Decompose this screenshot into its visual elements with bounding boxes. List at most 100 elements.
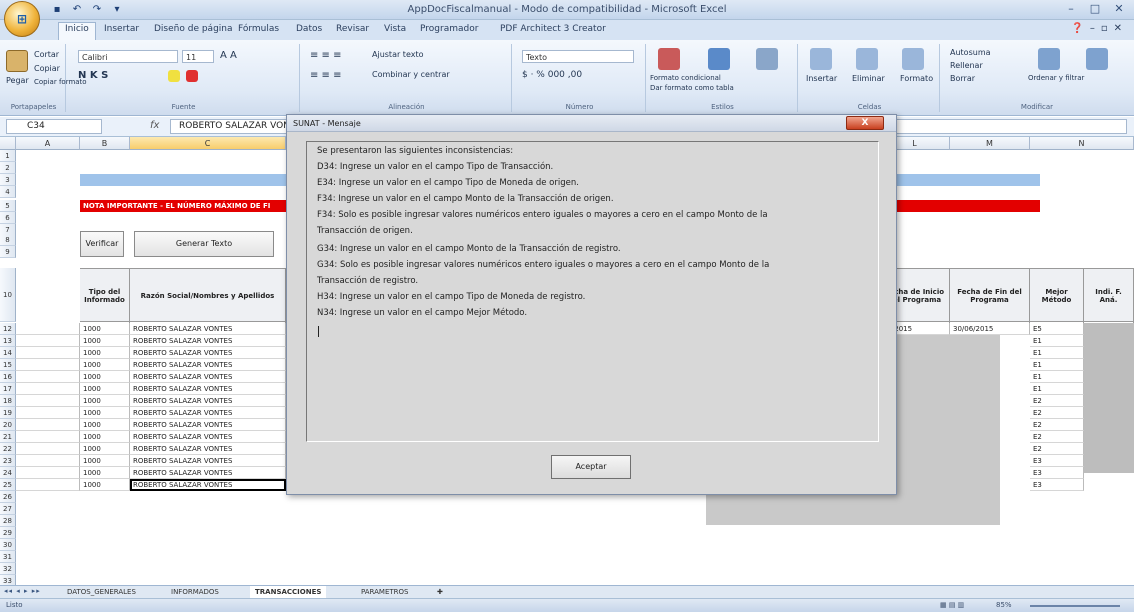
col-header-n[interactable]: N — [1030, 137, 1134, 150]
row-header[interactable]: 28 — [0, 515, 16, 527]
tab-formulas[interactable]: Fórmulas — [232, 23, 285, 35]
cell-mejor-metodo[interactable]: E1 — [1030, 383, 1084, 395]
cell-tipo[interactable]: 1000 — [80, 323, 130, 335]
cell-nombre[interactable]: ROBERTO SALAZAR VONTES — [130, 455, 286, 467]
cell-a[interactable] — [16, 479, 80, 491]
row-header[interactable]: 10 — [0, 268, 16, 322]
row-header[interactable]: 31 — [0, 551, 16, 563]
cell-tipo[interactable]: 1000 — [80, 455, 130, 467]
table-format-button[interactable]: Dar formato como tabla — [650, 84, 734, 92]
cell-tipo[interactable]: 1000 — [80, 479, 130, 491]
cell-mejor-metodo[interactable]: E1 — [1030, 347, 1084, 359]
merge-center-button[interactable]: Combinar y centrar — [372, 70, 450, 79]
cell-a[interactable] — [16, 455, 80, 467]
font-color-icon[interactable] — [186, 70, 198, 82]
cell-mejor-metodo[interactable]: E1 — [1030, 371, 1084, 383]
row-header[interactable]: 2 — [0, 162, 16, 174]
wrap-text-button[interactable]: Ajustar texto — [372, 50, 424, 59]
office-logo-icon[interactable]: ⊞ — [4, 1, 40, 37]
row-header[interactable]: 32 — [0, 563, 16, 575]
row-header[interactable]: 8 — [0, 234, 16, 246]
col-header-m[interactable]: M — [950, 137, 1030, 150]
cell-nombre[interactable]: ROBERTO SALAZAR VONTES — [130, 443, 286, 455]
zoom-slider[interactable] — [1030, 605, 1120, 607]
insert-cells-icon[interactable] — [810, 48, 832, 70]
row-header[interactable]: 12 — [0, 323, 16, 335]
cell-tipo[interactable]: 1000 — [80, 443, 130, 455]
cell-mejor-metodo[interactable]: E3 — [1030, 455, 1084, 467]
row-header[interactable]: 27 — [0, 503, 16, 515]
cell-mejor-metodo[interactable]: E2 — [1030, 431, 1084, 443]
clear-button[interactable]: Borrar — [950, 74, 975, 83]
cell-a[interactable] — [16, 335, 80, 347]
close-button[interactable]: ✕ — [1108, 1, 1130, 17]
row-header[interactable]: 18 — [0, 395, 16, 407]
view-buttons-icon[interactable]: ▦ ▤ ▥ — [940, 601, 964, 609]
cell-tipo[interactable]: 1000 — [80, 467, 130, 479]
cell-tipo[interactable]: 1000 — [80, 431, 130, 443]
row-header[interactable]: 33 — [0, 575, 16, 585]
cell-styles-icon[interactable] — [756, 48, 778, 70]
sheet-nav-icon[interactable]: ◂◂ ◂ ▸ ▸▸ — [4, 587, 41, 595]
format-cells-icon[interactable] — [902, 48, 924, 70]
row-header[interactable]: 26 — [0, 491, 16, 503]
conditional-format-icon[interactable] — [658, 48, 680, 70]
find-select-icon[interactable] — [1086, 48, 1108, 70]
cell-nombre[interactable]: ROBERTO SALAZAR VONTES — [130, 419, 286, 431]
cut-button[interactable]: Cortar — [34, 50, 59, 59]
cell-nombre[interactable]: ROBERTO SALAZAR VONTES — [130, 479, 286, 491]
cell-a[interactable] — [16, 383, 80, 395]
cell-a[interactable] — [16, 371, 80, 383]
cell-nombre[interactable]: ROBERTO SALAZAR VONTES — [130, 347, 286, 359]
row-header[interactable]: 15 — [0, 359, 16, 371]
accept-button[interactable]: Aceptar — [551, 455, 631, 479]
cell-mejor-metodo[interactable]: E1 — [1030, 359, 1084, 371]
sheet-tab-transacciones[interactable]: TRANSACCIONES — [250, 586, 327, 598]
cell-nombre[interactable]: ROBERTO SALAZAR VONTES — [130, 359, 286, 371]
row-header[interactable]: 17 — [0, 383, 16, 395]
maximize-button[interactable]: □ — [1084, 1, 1106, 17]
row-header[interactable]: 20 — [0, 419, 16, 431]
tab-vista[interactable]: Vista — [378, 23, 412, 35]
row-header[interactable]: 6 — [0, 212, 16, 224]
sheet-tab-parametros[interactable]: PARAMETROS — [356, 586, 414, 598]
align-icon[interactable]: ≡ ≡ ≡ — [310, 50, 342, 61]
select-all-corner[interactable] — [0, 137, 16, 150]
name-box[interactable]: C34 — [6, 119, 102, 134]
row-header[interactable]: 1 — [0, 150, 16, 162]
cell-tipo[interactable]: 1000 — [80, 395, 130, 407]
col-header-c[interactable]: C — [130, 137, 286, 150]
row-header[interactable]: 19 — [0, 407, 16, 419]
cell-a[interactable] — [16, 443, 80, 455]
cell-a[interactable] — [16, 407, 80, 419]
col-header-b[interactable]: B — [80, 137, 130, 150]
currency-icon[interactable]: $ · % 000 ,00 — [522, 70, 582, 80]
dialog-message-box[interactable]: Se presentaron las siguientes inconsiste… — [306, 141, 879, 442]
cell-mejor-metodo[interactable]: E2 — [1030, 407, 1084, 419]
cell-tipo[interactable]: 1000 — [80, 383, 130, 395]
sheet-tab-datos-generales[interactable]: DATOS_GENERALES — [62, 586, 141, 598]
copy-button[interactable]: Copiar — [34, 64, 60, 73]
help-icon[interactable]: ❓–▫✕ — [1071, 23, 1128, 34]
paste-icon[interactable] — [6, 50, 28, 72]
row-header[interactable]: 4 — [0, 186, 16, 198]
delete-cells-icon[interactable] — [856, 48, 878, 70]
tab-insertar[interactable]: Insertar — [98, 23, 145, 35]
row-header[interactable]: 5 — [0, 200, 16, 212]
row-header[interactable]: 22 — [0, 443, 16, 455]
fill-button[interactable]: Rellenar — [950, 61, 983, 70]
cell-nombre[interactable]: ROBERTO SALAZAR VONTES — [130, 431, 286, 443]
fill-color-icon[interactable] — [168, 70, 180, 82]
sort-filter-button[interactable]: Ordenar y filtrar — [1028, 74, 1084, 82]
cell-tipo[interactable]: 1000 — [80, 359, 130, 371]
cell-a[interactable] — [16, 395, 80, 407]
cell-mejor-metodo[interactable]: E2 — [1030, 419, 1084, 431]
row-header[interactable]: 16 — [0, 371, 16, 383]
tab-programador[interactable]: Programador — [414, 23, 484, 35]
insert-cells-button[interactable]: Insertar — [806, 74, 837, 83]
tab-datos[interactable]: Datos — [290, 23, 328, 35]
sheet-tab-informados[interactable]: INFORMADOS — [166, 586, 224, 598]
tab-diseno-pagina[interactable]: Diseño de página — [148, 23, 239, 35]
cell-mejor-metodo[interactable]: E2 — [1030, 443, 1084, 455]
font-size-select[interactable]: 11 — [182, 50, 214, 63]
